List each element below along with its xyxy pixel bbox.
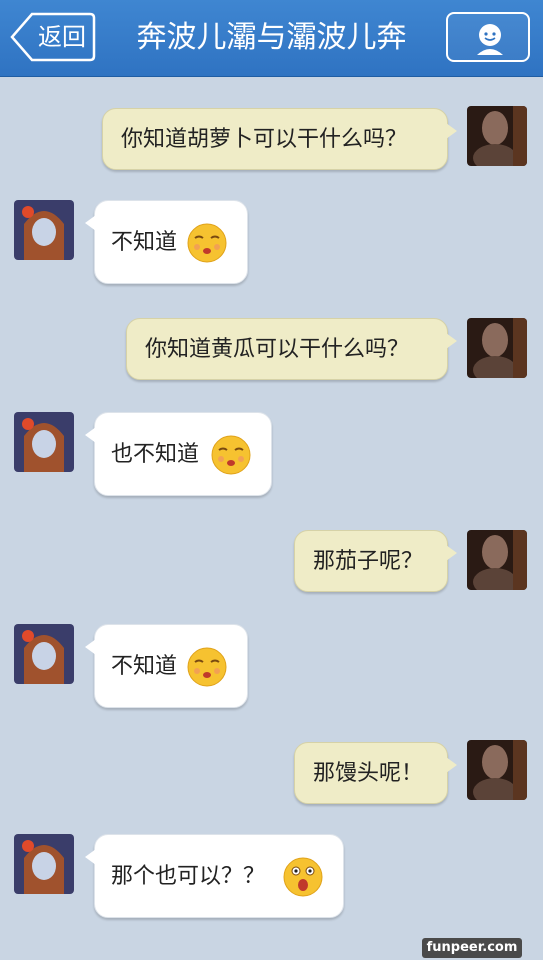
message-bubble-outgoing: 那茄子呢？	[294, 530, 457, 592]
message-bubble-incoming: 不知道	[85, 624, 248, 708]
avatar-self[interactable]	[467, 318, 527, 378]
chat-header: 返回 奔波儿灞与灞波儿奔	[0, 0, 543, 77]
back-button[interactable]: 返回	[10, 12, 96, 62]
avatar-contact[interactable]	[14, 200, 74, 260]
avatar-girl-image	[14, 412, 74, 472]
message-text: 那茄子呢？	[313, 549, 424, 574]
message-text: 不知道	[111, 654, 178, 679]
chat-title: 奔波儿灞与灞波儿奔	[136, 20, 407, 55]
message-bubble-outgoing: 你知道胡萝卜可以干什么吗？	[102, 108, 457, 170]
avatar-bald-man-image	[467, 106, 527, 166]
message-text: 那个也可以？？	[111, 864, 266, 889]
avatar-contact[interactable]	[14, 834, 74, 894]
message-bubble-outgoing: 你知道黄瓜可以干什么吗？	[126, 318, 457, 380]
avatar-bald-man-image	[467, 740, 527, 800]
message-bubble-incoming: 那个也可以？？	[85, 834, 344, 918]
avatar-contact[interactable]	[14, 412, 74, 472]
avatar-girl-image	[14, 200, 74, 260]
shy-kiss-emoji	[211, 435, 251, 475]
shy-kiss-emoji	[187, 647, 227, 687]
avatar-bald-man-image	[467, 318, 527, 378]
avatar-self[interactable]	[467, 106, 527, 166]
avatar-bald-man-image	[467, 530, 527, 590]
message-text: 你知道胡萝卜可以干什么吗？	[121, 127, 408, 152]
avatar-contact[interactable]	[14, 624, 74, 684]
avatar-self[interactable]	[467, 530, 527, 590]
avatar-girl-image	[14, 624, 74, 684]
avatar-girl-image	[14, 834, 74, 894]
avatar-self[interactable]	[467, 740, 527, 800]
message-text: 也不知道	[111, 442, 200, 467]
profile-button[interactable]	[446, 12, 530, 62]
user-profile-icon	[477, 24, 503, 55]
shocked-emoji	[283, 857, 323, 897]
message-bubble-outgoing: 那馒头呢！	[294, 742, 457, 804]
message-text: 你知道黄瓜可以干什么吗？	[145, 337, 410, 362]
message-bubble-incoming: 也不知道	[85, 412, 272, 496]
message-bubble-incoming: 不知道	[85, 200, 248, 284]
watermark-label: funpeer.com	[422, 938, 522, 958]
shy-kiss-emoji	[187, 223, 227, 263]
back-button-label: 返回	[38, 23, 86, 51]
message-text: 那馒头呢！	[313, 761, 424, 786]
message-text: 不知道	[111, 230, 178, 255]
